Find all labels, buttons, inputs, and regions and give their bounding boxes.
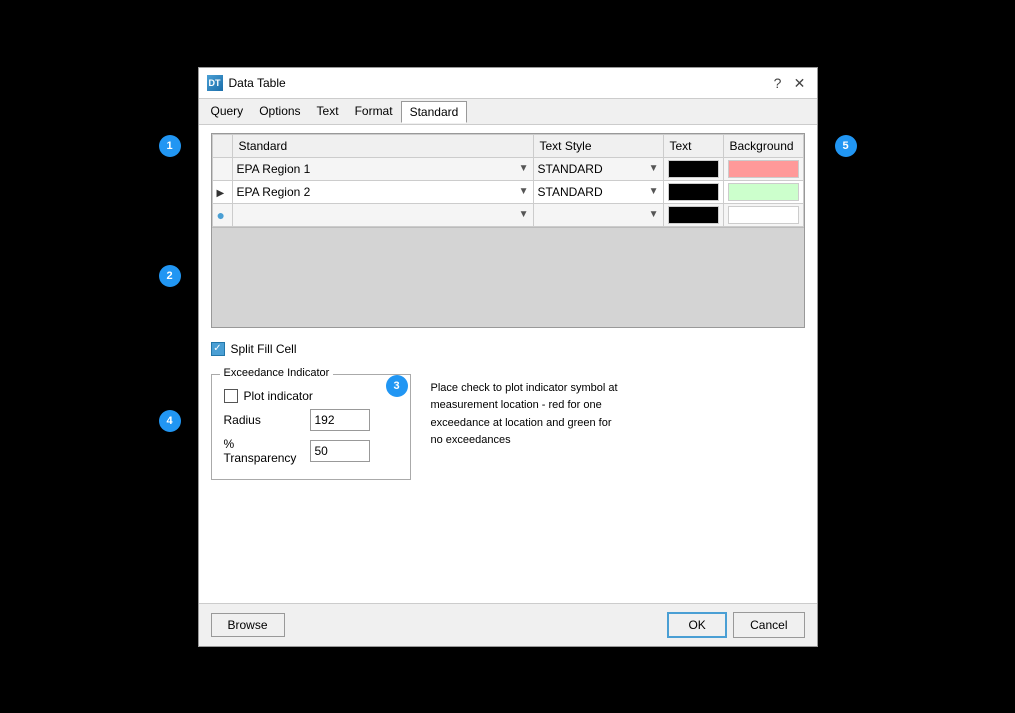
col-header-empty [212,134,232,157]
col-header-textstyle: Text Style [533,134,663,157]
add-row-icon: ● [217,207,225,223]
row2-arrow: ▶ [212,180,232,203]
col-header-background: Background [723,134,803,157]
close-button[interactable]: ✕ [791,74,809,92]
cancel-button[interactable]: Cancel [733,612,804,638]
tab-query[interactable]: Query [203,101,252,122]
color-swatch-white[interactable] [728,206,799,224]
col-header-standard: Standard [232,134,533,157]
dropdown-arrow-icon[interactable]: ▼ [519,163,529,174]
exceedance-section: Exceedance Indicator Plot indicator Radi… [211,370,805,480]
transparency-row: % Transparency [224,437,398,465]
dropdown-arrow-icon[interactable]: ▼ [519,186,529,197]
annotation-4: 4 [159,410,181,432]
transparency-label: % Transparency [224,437,304,465]
tab-bar: Query Options Text Format Standard [199,99,817,125]
split-fill-label: Split Fill Cell [231,342,297,356]
tab-options[interactable]: Options [251,101,308,122]
data-table-container: Standard Text Style Text Background EPA … [211,133,805,328]
row1-bg-color[interactable] [723,157,803,180]
table-row: ● ▼ ▼ [212,203,803,226]
radius-label: Radius [224,413,304,427]
title-bar-left: DT Data Table [207,75,286,91]
table-row: EPA Region 1 ▼ STANDARD ▼ [212,157,803,180]
row-arrow-icon: ▶ [217,188,225,199]
row3-standard[interactable]: ▼ [232,203,533,226]
empty-table-area [212,227,804,327]
row1-textstyle[interactable]: STANDARD ▼ [533,157,663,180]
title-bar-buttons: ? ✕ [769,74,809,92]
color-swatch-black[interactable] [668,206,719,224]
color-swatch-black[interactable] [668,183,719,201]
color-swatch-red[interactable] [728,160,799,178]
dropdown-arrow-icon[interactable]: ▼ [519,209,529,220]
browse-button[interactable]: Browse [211,613,285,637]
help-button[interactable]: ? [769,74,787,92]
app-icon: DT [207,75,223,91]
dialog-window: DT Data Table ? ✕ Query Options Text For… [198,67,818,647]
row2-text-color[interactable] [663,180,723,203]
plot-indicator-checkbox[interactable] [224,389,238,403]
radius-row: Radius [224,409,398,431]
tab-standard[interactable]: Standard [401,101,468,123]
col-header-text: Text [663,134,723,157]
table-row: ▶ EPA Region 2 ▼ STANDARD [212,180,803,203]
content-area: Standard Text Style Text Background EPA … [199,125,817,603]
transparency-input[interactable] [310,440,370,462]
row1-standard[interactable]: EPA Region 1 ▼ [232,157,533,180]
bottom-bar: Browse OK Cancel [199,603,817,646]
annotation-2: 2 [159,265,181,287]
row1-arrow [212,157,232,180]
row3-arrow: ● [212,203,232,226]
dropdown-arrow-icon[interactable]: ▼ [649,163,659,174]
row2-textstyle[interactable]: STANDARD ▼ [533,180,663,203]
plot-indicator-label: Plot indicator [244,389,313,403]
row3-bg-color[interactable] [723,203,803,226]
title-bar: DT Data Table ? ✕ [199,68,817,99]
ok-button[interactable]: OK [667,612,727,638]
row2-standard[interactable]: EPA Region 2 ▼ [232,180,533,203]
tab-format[interactable]: Format [347,101,401,122]
color-swatch-black[interactable] [668,160,719,178]
row2-bg-color[interactable] [723,180,803,203]
color-swatch-green[interactable] [728,183,799,201]
exceedance-group-label: Exceedance Indicator [220,367,334,379]
standards-table: Standard Text Style Text Background EPA … [212,134,804,227]
tab-text[interactable]: Text [309,101,347,122]
info-text: Place check to plot indicator symbol at … [431,370,621,450]
row3-text-color[interactable] [663,203,723,226]
row3-textstyle[interactable]: ▼ [533,203,663,226]
radius-input[interactable] [310,409,370,431]
dropdown-arrow-icon[interactable]: ▼ [649,209,659,220]
split-fill-row: ✓ Split Fill Cell [211,338,805,360]
annotation-1: 1 [159,135,181,157]
split-fill-checkbox[interactable]: ✓ [211,342,225,356]
main-content: Standard Text Style Text Background EPA … [199,125,817,603]
annotation-5: 5 [835,135,857,157]
exceedance-indicator-box: Exceedance Indicator Plot indicator Radi… [211,374,411,480]
dropdown-arrow-icon[interactable]: ▼ [649,186,659,197]
plot-indicator-row: Plot indicator [224,389,398,403]
annotation-3: 3 [386,375,408,397]
row1-text-color[interactable] [663,157,723,180]
ok-cancel-group: OK Cancel [667,612,804,638]
dialog-title: Data Table [229,76,286,90]
